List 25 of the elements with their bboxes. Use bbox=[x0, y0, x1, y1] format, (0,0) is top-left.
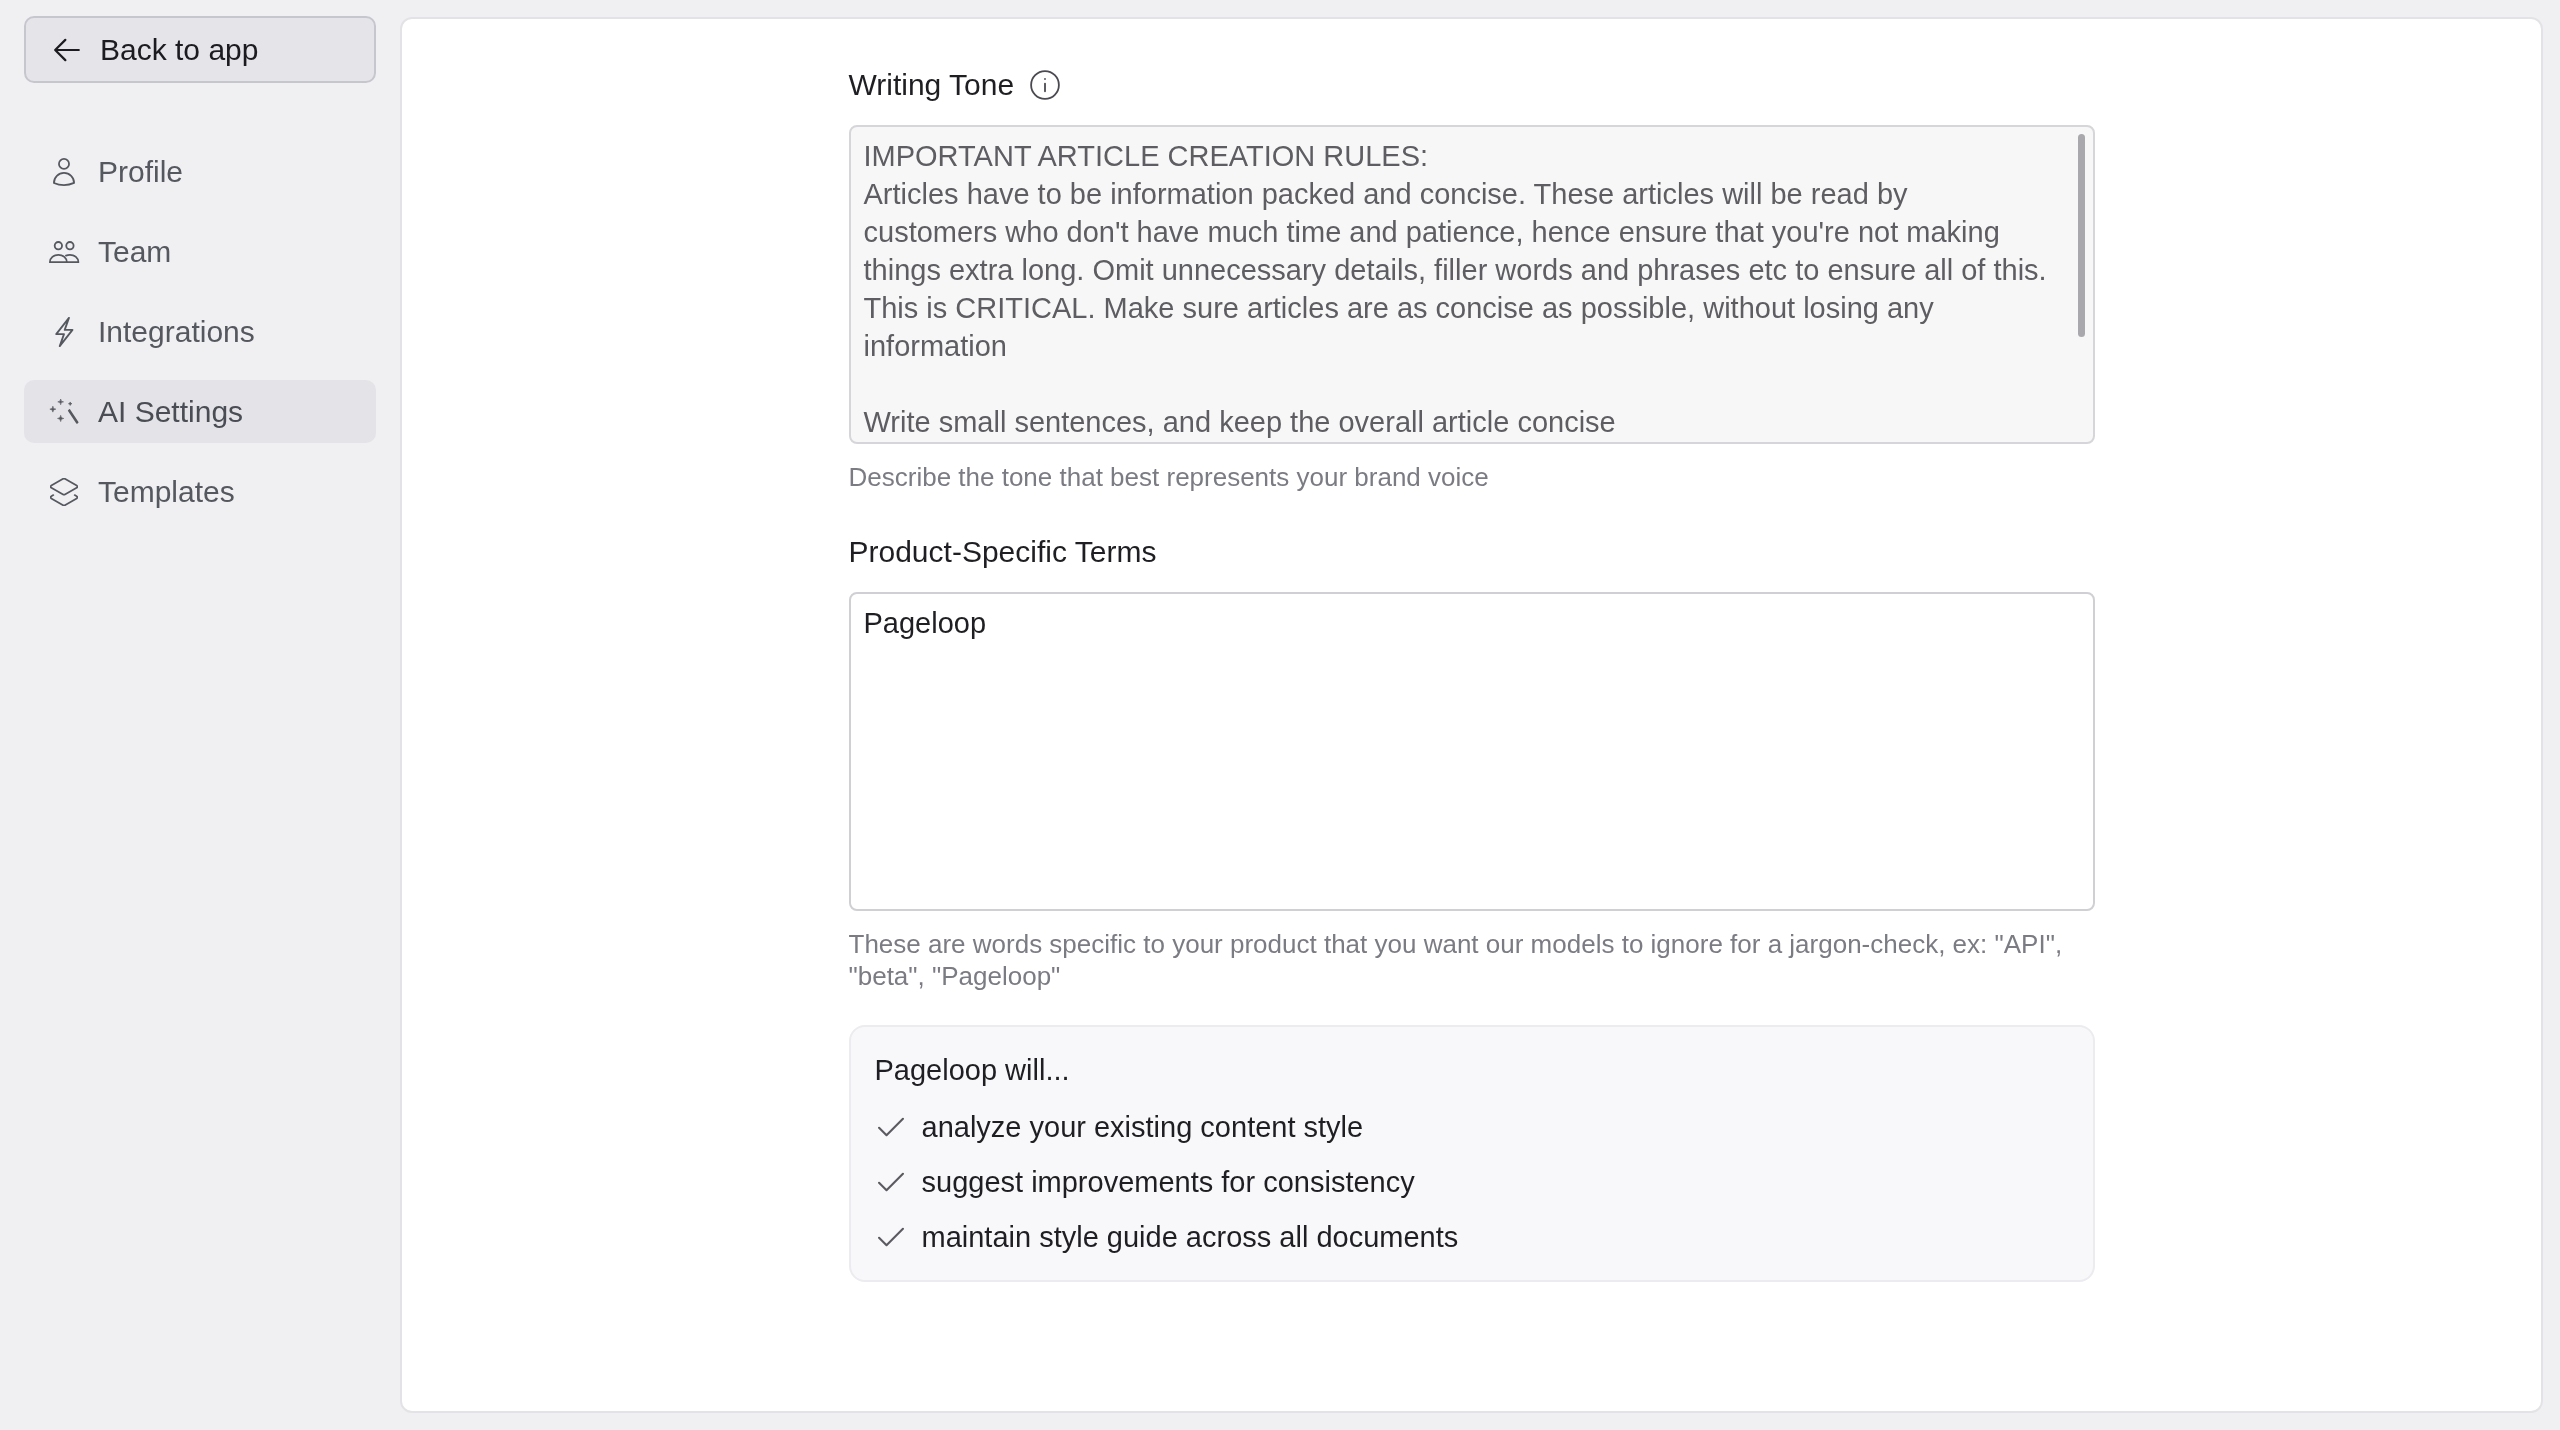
field-hint: Describe the tone that best represents your brand voice bbox=[848, 461, 1490, 493]
back-button[interactable]: Back to app bbox=[24, 16, 376, 83]
field-label: Product-Specific Terms bbox=[848, 534, 1157, 570]
list-item: suggest improvements for consistency bbox=[921, 1165, 1415, 1200]
list-item: analyze your existing content style bbox=[921, 1110, 1364, 1145]
lightning-icon bbox=[54, 316, 74, 347]
list-item: maintain style guide across all documents bbox=[921, 1220, 1459, 1255]
layers-icon bbox=[50, 477, 78, 506]
person-icon bbox=[52, 157, 76, 186]
textarea-field[interactable]: Pageloop bbox=[848, 592, 2095, 911]
check-icon bbox=[877, 1172, 904, 1192]
sparkles-wand-icon bbox=[49, 398, 79, 425]
nav-item[interactable]: Profile bbox=[24, 140, 376, 203]
nav-item[interactable]: Team bbox=[24, 220, 376, 283]
card-title: Pageloop will... bbox=[874, 1053, 1071, 1088]
nav-item[interactable]: Templates bbox=[24, 460, 376, 523]
field-hint: These are words specific to your product that you want our models to ignore for a jargon-check, ex: "API", "beta", "Pageloop" bbox=[848, 928, 2064, 992]
check-icon bbox=[877, 1227, 904, 1247]
scrollbar-thumb[interactable] bbox=[2077, 134, 2085, 337]
nav-item[interactable]: AI Settings bbox=[24, 380, 376, 443]
nav-item[interactable]: Integrations bbox=[24, 300, 376, 363]
field-label: Writing Tone bbox=[848, 67, 1015, 103]
arrow-left-icon bbox=[54, 37, 80, 62]
two-people-icon bbox=[48, 240, 80, 263]
check-icon bbox=[877, 1117, 904, 1137]
